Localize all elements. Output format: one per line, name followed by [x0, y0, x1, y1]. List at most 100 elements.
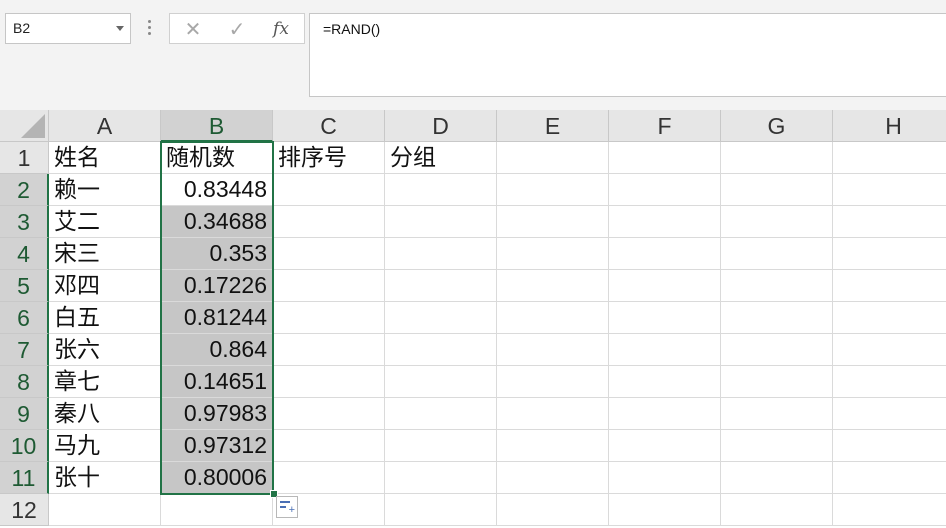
row-header-7[interactable]: 7 — [0, 334, 49, 366]
cell-b1[interactable]: 随机数 — [161, 142, 273, 174]
cell-b5[interactable]: 0.17226 — [161, 270, 273, 302]
cell-b9[interactable]: 0.97983 — [161, 398, 273, 430]
cell-h1[interactable] — [833, 142, 946, 174]
cell-d1[interactable]: 分组 — [385, 142, 497, 174]
cell-a12[interactable] — [49, 494, 161, 526]
column-header-b[interactable]: B — [161, 110, 273, 142]
cell-h12[interactable] — [833, 494, 946, 526]
column-header-d[interactable]: D — [385, 110, 497, 142]
cell-f9[interactable] — [609, 398, 721, 430]
cell-f2[interactable] — [609, 174, 721, 206]
cell-a7[interactable]: 张六 — [49, 334, 161, 366]
row-header-1[interactable]: 1 — [0, 142, 49, 174]
cell-c4[interactable] — [273, 238, 385, 270]
cell-g9[interactable] — [721, 398, 833, 430]
cell-b6[interactable]: 0.81244 — [161, 302, 273, 334]
cell-f5[interactable] — [609, 270, 721, 302]
cell-c1[interactable]: 排序号 — [273, 142, 385, 174]
cell-e3[interactable] — [497, 206, 609, 238]
cell-g1[interactable] — [721, 142, 833, 174]
cell-h5[interactable] — [833, 270, 946, 302]
cell-b11[interactable]: 0.80006 — [161, 462, 273, 494]
cell-g12[interactable] — [721, 494, 833, 526]
cell-e2[interactable] — [497, 174, 609, 206]
cell-d10[interactable] — [385, 430, 497, 462]
cell-a9[interactable]: 秦八 — [49, 398, 161, 430]
cell-d12[interactable] — [385, 494, 497, 526]
cell-f1[interactable] — [609, 142, 721, 174]
cell-b12[interactable] — [161, 494, 273, 526]
cell-g8[interactable] — [721, 366, 833, 398]
cell-g5[interactable] — [721, 270, 833, 302]
cell-g4[interactable] — [721, 238, 833, 270]
cell-e6[interactable] — [497, 302, 609, 334]
cell-h3[interactable] — [833, 206, 946, 238]
drag-handle-icon[interactable] — [148, 20, 152, 36]
row-header-11[interactable]: 11 — [0, 462, 49, 494]
cell-a6[interactable]: 白五 — [49, 302, 161, 334]
row-header-5[interactable]: 5 — [0, 270, 49, 302]
column-header-f[interactable]: F — [609, 110, 721, 142]
column-header-h[interactable]: H — [833, 110, 946, 142]
cell-h7[interactable] — [833, 334, 946, 366]
cell-e11[interactable] — [497, 462, 609, 494]
column-header-a[interactable]: A — [49, 110, 161, 142]
column-header-g[interactable]: G — [721, 110, 833, 142]
row-header-6[interactable]: 6 — [0, 302, 49, 334]
cell-e5[interactable] — [497, 270, 609, 302]
cell-e8[interactable] — [497, 366, 609, 398]
cell-g3[interactable] — [721, 206, 833, 238]
row-header-9[interactable]: 9 — [0, 398, 49, 430]
formula-input[interactable]: =RAND() — [309, 13, 946, 97]
row-header-10[interactable]: 10 — [0, 430, 49, 462]
cell-c5[interactable] — [273, 270, 385, 302]
cell-e7[interactable] — [497, 334, 609, 366]
cell-d5[interactable] — [385, 270, 497, 302]
cell-a8[interactable]: 章七 — [49, 366, 161, 398]
cell-c3[interactable] — [273, 206, 385, 238]
cell-g6[interactable] — [721, 302, 833, 334]
cell-h6[interactable] — [833, 302, 946, 334]
cell-d3[interactable] — [385, 206, 497, 238]
cell-b7[interactable]: 0.864 — [161, 334, 273, 366]
row-header-8[interactable]: 8 — [0, 366, 49, 398]
cell-c11[interactable] — [273, 462, 385, 494]
cell-f11[interactable] — [609, 462, 721, 494]
check-icon[interactable]: ✓ — [220, 17, 254, 41]
cell-f4[interactable] — [609, 238, 721, 270]
row-header-2[interactable]: 2 — [0, 174, 49, 206]
cell-c10[interactable] — [273, 430, 385, 462]
cell-h10[interactable] — [833, 430, 946, 462]
cell-f7[interactable] — [609, 334, 721, 366]
cell-a11[interactable]: 张十 — [49, 462, 161, 494]
cell-a10[interactable]: 马九 — [49, 430, 161, 462]
cell-g11[interactable] — [721, 462, 833, 494]
cell-e1[interactable] — [497, 142, 609, 174]
column-header-e[interactable]: E — [497, 110, 609, 142]
cell-e9[interactable] — [497, 398, 609, 430]
cell-a3[interactable]: 艾二 — [49, 206, 161, 238]
cell-d6[interactable] — [385, 302, 497, 334]
cell-f12[interactable] — [609, 494, 721, 526]
cell-e12[interactable] — [497, 494, 609, 526]
cell-c8[interactable] — [273, 366, 385, 398]
cell-b8[interactable]: 0.14651 — [161, 366, 273, 398]
cell-d9[interactable] — [385, 398, 497, 430]
cell-f3[interactable] — [609, 206, 721, 238]
row-header-3[interactable]: 3 — [0, 206, 49, 238]
cell-b3[interactable]: 0.34688 — [161, 206, 273, 238]
cell-g2[interactable] — [721, 174, 833, 206]
quick-analysis-button[interactable]: + — [276, 496, 298, 518]
cell-g10[interactable] — [721, 430, 833, 462]
cancel-icon[interactable]: ✕ — [176, 17, 210, 41]
cell-d11[interactable] — [385, 462, 497, 494]
name-box[interactable]: B2 — [5, 13, 131, 44]
cell-h8[interactable] — [833, 366, 946, 398]
insert-function-icon[interactable]: fx — [264, 17, 298, 41]
cell-c7[interactable] — [273, 334, 385, 366]
cell-d4[interactable] — [385, 238, 497, 270]
cell-a5[interactable]: 邓四 — [49, 270, 161, 302]
cell-d2[interactable] — [385, 174, 497, 206]
cell-a4[interactable]: 宋三 — [49, 238, 161, 270]
cell-e10[interactable] — [497, 430, 609, 462]
